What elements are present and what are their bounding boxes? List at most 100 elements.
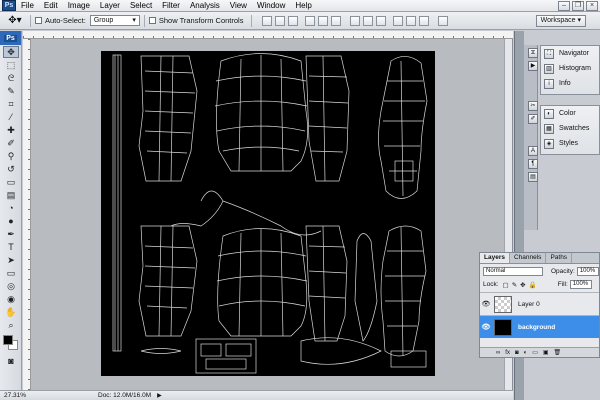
document-size-info: Doc: 12.0M/16.0M	[98, 392, 152, 399]
panel-info[interactable]: i Info	[541, 76, 599, 91]
brush-tool-icon[interactable]: ✐	[3, 137, 19, 149]
lock-icons[interactable]: ▢✎✥🔒	[503, 281, 540, 289]
crop-tool-icon[interactable]: ⌗	[3, 98, 19, 110]
layer-style-icon[interactable]: fx	[505, 350, 510, 356]
document-window	[23, 31, 513, 390]
status-menu-arrow-icon[interactable]: ▶	[157, 392, 162, 399]
clone-stamp-tool-icon[interactable]: ⚲	[3, 150, 19, 162]
distribute-hcenter-icon[interactable]	[406, 15, 417, 26]
fill-input[interactable]: 100%	[569, 280, 592, 289]
hand-tool-icon[interactable]: ✋	[3, 306, 19, 318]
link-layers-icon[interactable]: ∞	[496, 350, 500, 356]
ps-badge: Ps	[4, 34, 17, 42]
history-icon[interactable]: ⧖	[528, 48, 538, 58]
delete-layer-icon[interactable]: 🗑	[554, 349, 562, 356]
histogram-icon: ▥	[544, 63, 554, 74]
layer-mask-icon[interactable]: ◙	[515, 350, 519, 356]
menu-image[interactable]: Image	[63, 0, 95, 12]
align-top-icon[interactable]	[262, 15, 273, 26]
quick-select-tool-icon[interactable]: ✎	[3, 85, 19, 97]
visibility-eye-icon[interactable]: 👁	[480, 300, 492, 308]
menu-select[interactable]: Select	[125, 0, 157, 12]
align-bottom-icon[interactable]	[288, 15, 299, 26]
tab-channels[interactable]: Channels	[510, 253, 547, 263]
auto-select-dropdown[interactable]: Group ▾	[89, 15, 140, 26]
dodge-tool-icon[interactable]: ●	[3, 215, 19, 227]
paragraph-icon[interactable]: ¶	[528, 159, 538, 169]
color-label: Color	[559, 110, 576, 117]
distribute-bottom-icon[interactable]	[376, 15, 387, 26]
minimize-icon[interactable]: –	[558, 1, 570, 11]
workspace-button[interactable]: Workspace ▾	[535, 15, 586, 27]
tool-presets-icon[interactable]: ✂	[528, 101, 538, 111]
visibility-eye-icon[interactable]: 👁	[480, 323, 492, 331]
layer-name: Layer 0	[518, 300, 540, 308]
align-vcenter-icon[interactable]	[275, 15, 286, 26]
tools-header: Ps	[0, 31, 21, 45]
path-select-tool-icon[interactable]: ➤	[3, 254, 19, 266]
menu-analysis[interactable]: Analysis	[185, 0, 225, 12]
align-right-icon[interactable]	[331, 15, 342, 26]
eraser-tool-icon[interactable]: ▭	[3, 176, 19, 188]
distribute-top-icon[interactable]	[350, 15, 361, 26]
gradient-tool-icon[interactable]: ▤	[3, 189, 19, 201]
shape-tool-icon[interactable]: ▭	[3, 267, 19, 279]
panel-navigator[interactable]: ⛶ Navigator	[541, 46, 599, 61]
adjustment-layer-icon[interactable]: ◐	[524, 350, 528, 356]
restore-icon[interactable]: ❐	[572, 1, 584, 11]
show-transform-checkbox[interactable]	[148, 17, 156, 24]
opacity-label: Opacity:	[551, 268, 575, 275]
foreground-color-swatch[interactable]	[3, 335, 13, 345]
opacity-input[interactable]: 100%	[576, 267, 599, 276]
distribute-left-icon[interactable]	[393, 15, 404, 26]
healing-brush-tool-icon[interactable]: ✚	[3, 124, 19, 136]
menu-file[interactable]: File	[16, 0, 39, 12]
new-group-icon[interactable]: ▭	[532, 349, 538, 356]
tools-panel: Ps ✥ ⬚ ᘓ ✎ ⌗ ⁄ ✚ ✐ ⚲ ↺ ▭ ▤ ◔ ● ✒ T ➤ ▭ ◎…	[0, 31, 22, 390]
distribute-vcenter-icon[interactable]	[363, 15, 374, 26]
distribute-right-icon[interactable]	[419, 15, 430, 26]
character-icon[interactable]: A	[528, 146, 538, 156]
menu-layer[interactable]: Layer	[95, 0, 125, 12]
3d-orbit-tool-icon[interactable]: ◉	[3, 293, 19, 305]
document-canvas[interactable]	[101, 51, 435, 376]
eyedropper-tool-icon[interactable]: ⁄	[3, 111, 19, 123]
auto-align-icon[interactable]	[438, 15, 449, 26]
zoom-level[interactable]: 27.31%	[0, 392, 38, 399]
menu-edit[interactable]: Edit	[39, 0, 63, 12]
lasso-tool-icon[interactable]: ᘓ	[3, 72, 19, 84]
actions-icon[interactable]: ▶	[528, 61, 538, 71]
marquee-tool-icon[interactable]: ⬚	[3, 59, 19, 71]
align-left-icon[interactable]	[305, 15, 316, 26]
history-brush-tool-icon[interactable]: ↺	[3, 163, 19, 175]
panel-swatches[interactable]: ▦ Swatches	[541, 121, 599, 136]
align-hcenter-icon[interactable]	[318, 15, 329, 26]
layer-row-background[interactable]: 👁 background	[480, 315, 599, 338]
move-tool-preset-icon[interactable]: ✥▾	[4, 14, 26, 28]
panel-styles[interactable]: ◈ Styles	[541, 136, 599, 151]
new-layer-icon[interactable]: ▣	[543, 349, 549, 356]
auto-select-checkbox[interactable]	[35, 17, 42, 24]
type-tool-icon[interactable]: T	[3, 241, 19, 253]
move-tool-icon[interactable]: ✥	[3, 46, 19, 58]
blend-mode-select[interactable]: Normal	[483, 267, 543, 276]
zoom-tool-icon[interactable]: ⌕	[3, 319, 19, 331]
color-swatches[interactable]	[2, 335, 20, 351]
panel-histogram[interactable]: ▥ Histogram	[541, 61, 599, 76]
menu-filter[interactable]: Filter	[157, 0, 185, 12]
notes-icon[interactable]: ▤	[528, 172, 538, 182]
menu-view[interactable]: View	[225, 0, 252, 12]
tab-paths[interactable]: Paths	[546, 253, 573, 263]
brushes-icon[interactable]: ✐	[528, 114, 538, 124]
blur-tool-icon[interactable]: ◔	[3, 202, 19, 214]
pen-tool-icon[interactable]: ✒	[3, 228, 19, 240]
panel-color[interactable]: ◐ Color	[541, 106, 599, 121]
layer-row-layer-0[interactable]: 👁 Layer 0	[480, 292, 599, 315]
auto-select-value: Group	[93, 17, 114, 24]
3d-rotate-tool-icon[interactable]: ◎	[3, 280, 19, 292]
menu-window[interactable]: Window	[252, 0, 290, 12]
quick-mask-icon[interactable]: ◙	[3, 355, 19, 367]
tab-layers[interactable]: Layers	[480, 253, 510, 263]
menu-help[interactable]: Help	[290, 0, 316, 12]
close-icon[interactable]: ×	[586, 1, 598, 11]
